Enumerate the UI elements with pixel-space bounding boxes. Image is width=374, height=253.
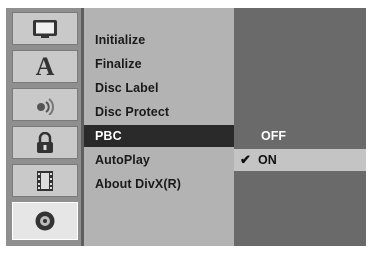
setup-menu-screen: A Initialize Finalize Disc Label Disc Pr… [6,8,366,246]
tv-icon [32,19,58,39]
category-icon-column: A [6,8,81,246]
menu-item-autoplay[interactable]: AutoPlay [84,149,234,171]
film-strip-icon [35,170,55,192]
language-icon: A [35,51,55,81]
pbc-options-panel: OFF ✔ ON [234,8,366,246]
category-disc[interactable] [12,202,78,240]
menu-item-pbc[interactable]: PBC [84,125,234,147]
category-audio[interactable] [12,88,78,121]
menu-item-disc-protect[interactable]: Disc Protect [84,101,234,123]
disc-menu-list: Initialize Finalize Disc Label Disc Prot… [84,8,234,246]
category-recording[interactable] [12,164,78,197]
menu-item-finalize[interactable]: Finalize [84,53,234,75]
disc-icon [34,210,56,232]
option-on[interactable]: ✔ ON [234,149,366,171]
menu-item-disc-label[interactable]: Disc Label [84,77,234,99]
option-off-label: OFF [261,129,286,143]
category-display[interactable] [12,12,78,45]
category-lock[interactable] [12,126,78,159]
menu-item-about-divx[interactable]: About DivX(R) [84,173,234,195]
audio-speaker-icon [33,95,57,115]
option-on-label: ON [258,153,277,167]
lock-icon [35,131,55,154]
checkmark-icon: ✔ [240,152,251,167]
menu-item-initialize[interactable]: Initialize [84,29,234,51]
category-language[interactable]: A [12,50,78,83]
option-off[interactable]: OFF [234,125,366,147]
